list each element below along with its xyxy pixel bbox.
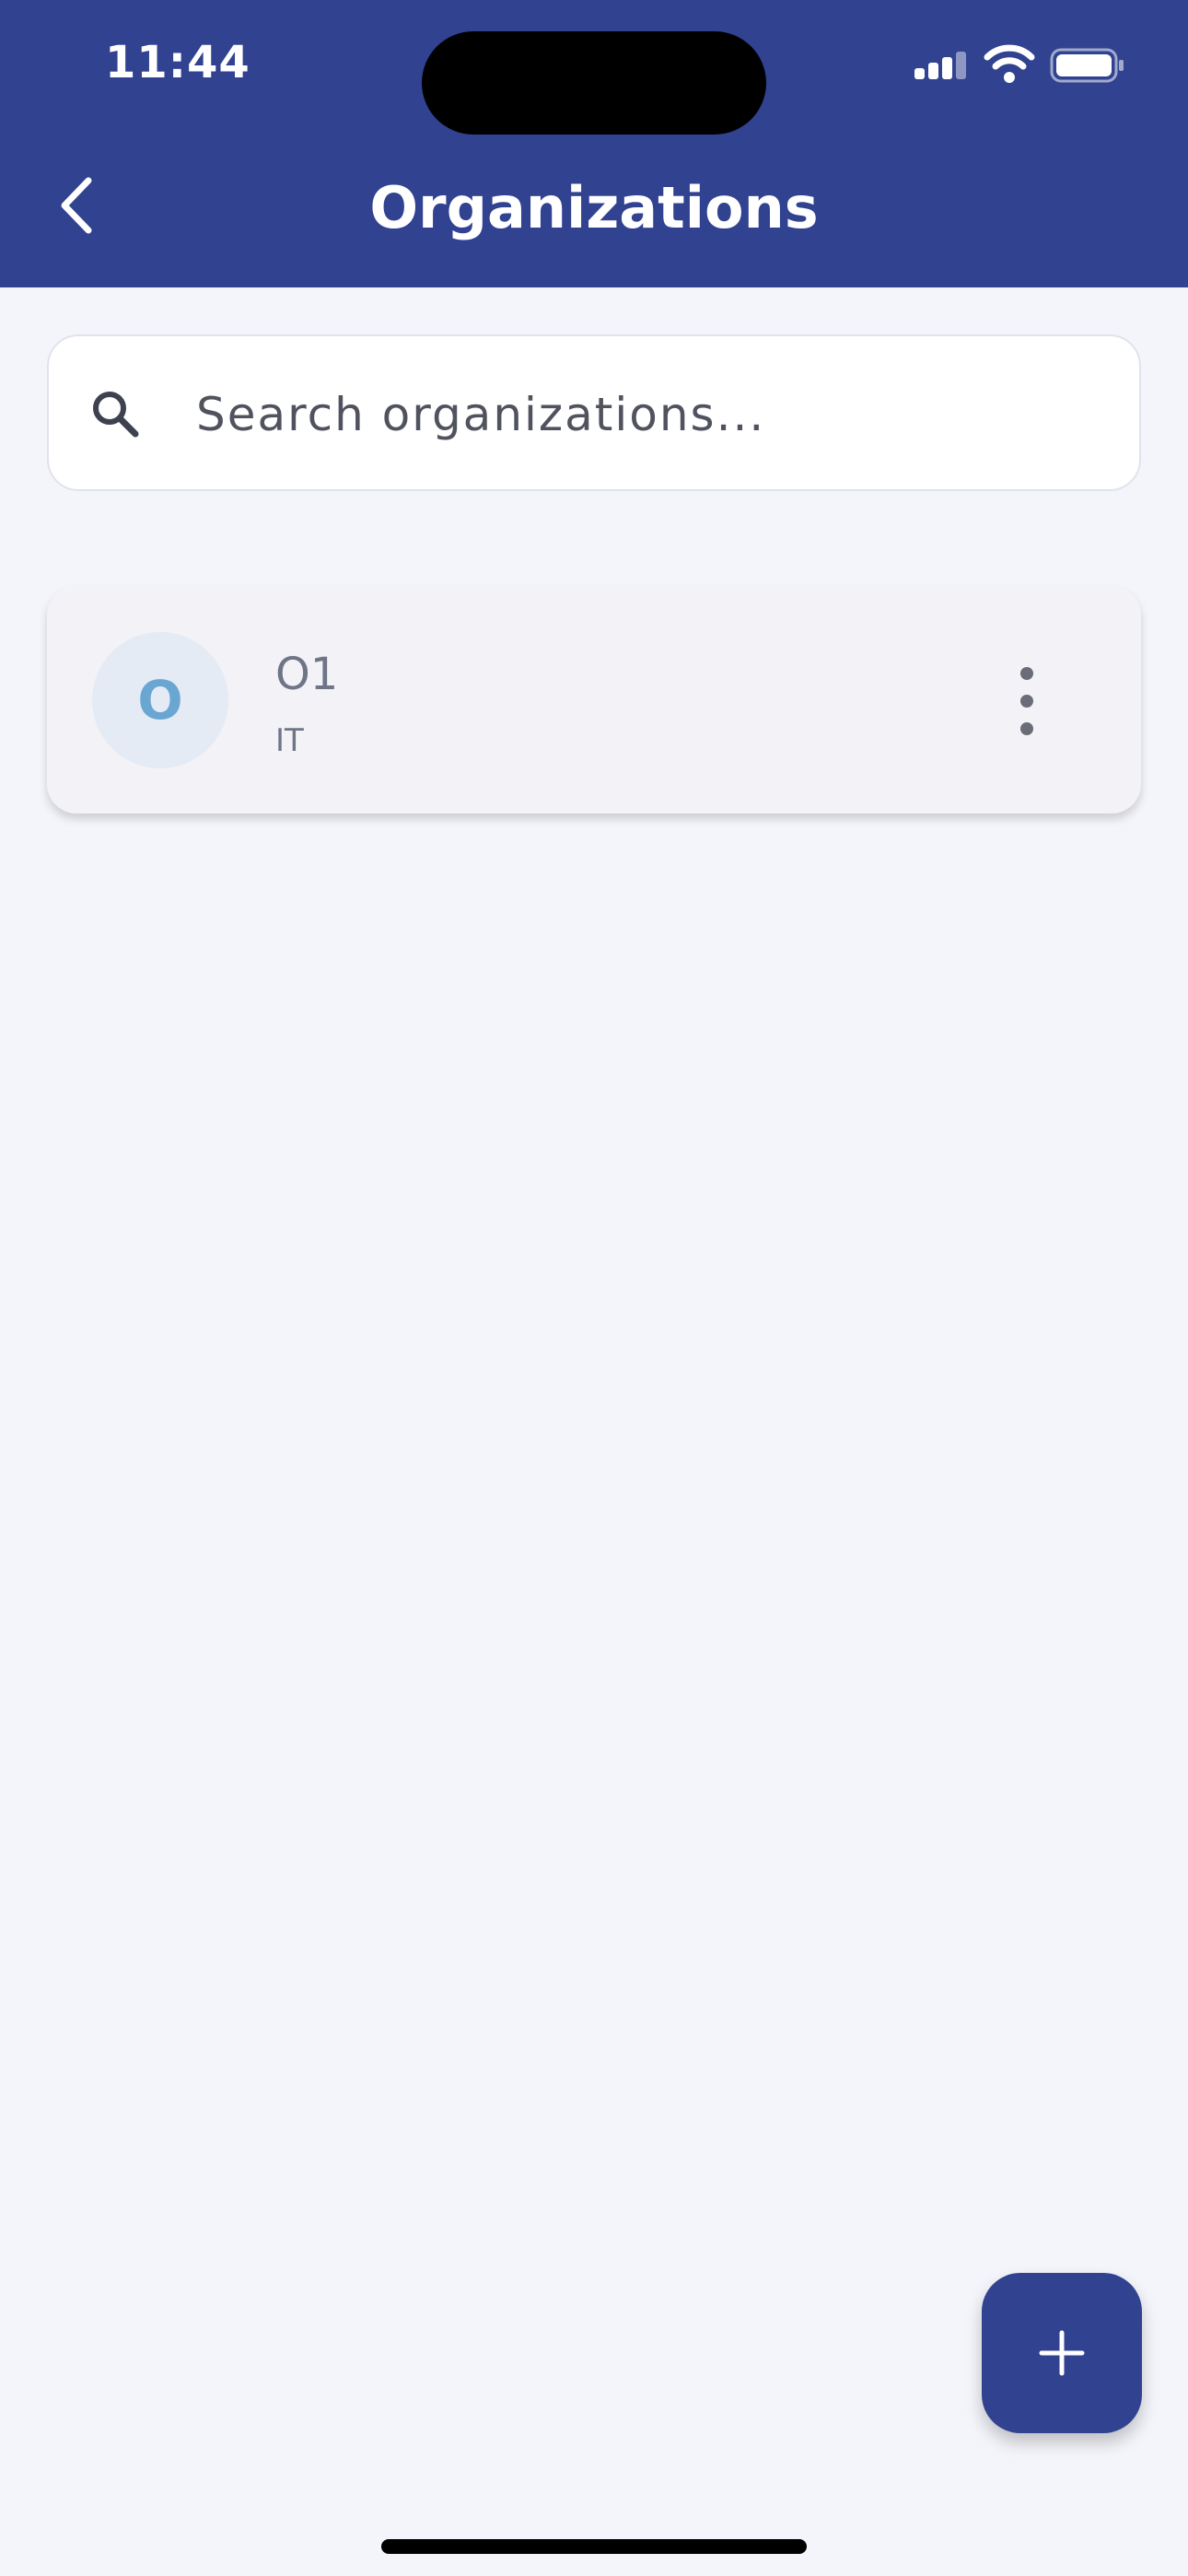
organization-type: IT <box>275 722 304 759</box>
status-time: 11:44 <box>105 37 250 88</box>
avatar-initial: O <box>137 669 183 732</box>
cellular-signal-icon <box>914 52 968 79</box>
dynamic-island <box>422 31 766 135</box>
battery-icon <box>1050 48 1124 83</box>
app-header: 11:44 Organizations <box>0 0 1188 287</box>
search-input[interactable] <box>194 373 1082 456</box>
organization-name: O1 <box>275 649 339 700</box>
wifi-icon <box>984 44 1035 83</box>
search-bar[interactable] <box>47 334 1141 491</box>
page-title: Organizations <box>369 174 819 241</box>
more-options-button[interactable] <box>999 650 1054 752</box>
add-organization-button[interactable] <box>982 2273 1142 2433</box>
avatar: O <box>92 632 228 768</box>
organization-card[interactable]: O O1 IT <box>47 586 1141 814</box>
search-icon <box>93 392 139 438</box>
home-indicator[interactable] <box>381 2539 807 2554</box>
plus-icon <box>1039 2330 1085 2376</box>
